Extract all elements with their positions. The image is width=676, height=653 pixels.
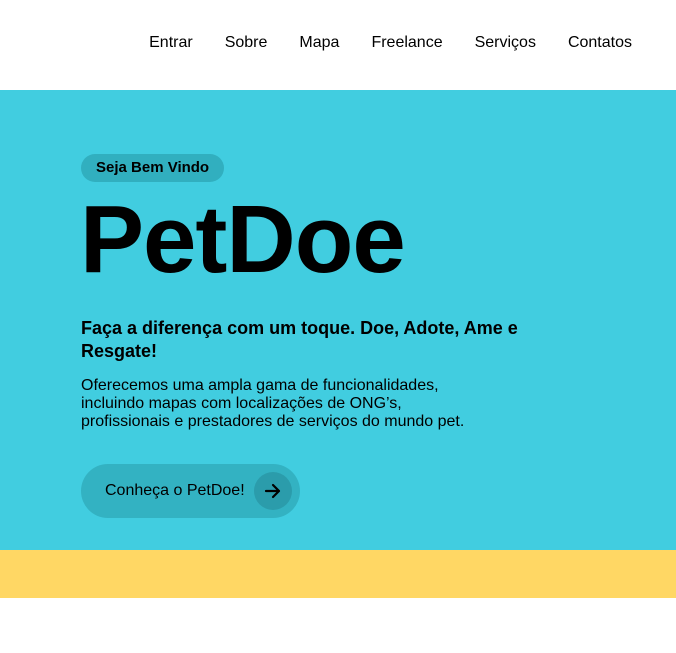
nav-item-mapa: Mapa — [299, 33, 339, 53]
nav-link-mapa[interactable]: Mapa — [299, 34, 339, 51]
cta-button-label: Conheça o PetDoe! — [105, 482, 245, 499]
hero-tagline: Faça a diferença com um toque. Doe, Adot… — [81, 318, 518, 361]
arrow-right-icon — [254, 472, 292, 510]
top-navigation: Entrar Sobre Mapa Freelance Serviços Con… — [0, 0, 676, 90]
nav-link-servicos[interactable]: Serviços — [475, 34, 536, 51]
nav-link-contatos[interactable]: Contatos — [568, 34, 632, 51]
cta-button[interactable]: Conheça o PetDoe! — [81, 464, 300, 518]
nav-item-entrar: Entrar — [149, 33, 193, 53]
accent-band — [0, 550, 676, 598]
nav-menu: Entrar Sobre Mapa Freelance Serviços Con… — [149, 33, 632, 53]
nav-link-entrar[interactable]: Entrar — [149, 34, 193, 51]
nav-item-sobre: Sobre — [225, 33, 268, 53]
nav-item-servicos: Serviços — [475, 33, 536, 53]
welcome-badge: Seja Bem Vindo — [81, 154, 225, 182]
brand-title: PetDoe — [80, 186, 406, 293]
arrow-right-glyph — [264, 483, 281, 499]
nav-link-sobre[interactable]: Sobre — [225, 34, 268, 51]
hero-description: Oferecemos uma ampla gama de funcionalid… — [81, 377, 465, 430]
nav-link-freelance[interactable]: Freelance — [371, 34, 442, 51]
nav-item-contatos: Contatos — [568, 33, 632, 53]
hero-section: Seja Bem Vindo PetDoe Faça a diferença c… — [0, 90, 676, 550]
nav-item-freelance: Freelance — [371, 33, 442, 53]
